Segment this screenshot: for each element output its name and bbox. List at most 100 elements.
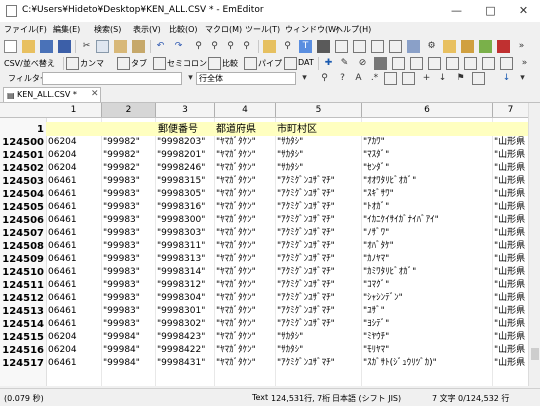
table-cell[interactable]: "9998300" xyxy=(157,214,205,227)
table-cell[interactable]: "99983" xyxy=(103,318,140,331)
table-cell[interactable]: "ｾﾝﾀﾞ" xyxy=(363,162,389,175)
status-encoding[interactable]: 日本語 (シフト JIS) xyxy=(332,393,401,404)
filter-scope-select[interactable]: 行全体 xyxy=(196,72,296,85)
table-cell[interactable]: "ｻｶﾀｼ" xyxy=(277,344,303,357)
highlight-icon[interactable] xyxy=(263,40,276,53)
editor-area[interactable]: 1 郵便番号 都道府県 市町村区 124500 06204 "99982" "9998… xyxy=(0,118,528,386)
cut-icon[interactable]: ✂ xyxy=(80,40,93,53)
heading-icon[interactable] xyxy=(482,57,495,70)
table-cell[interactable]: "99984" xyxy=(103,357,140,370)
table-cell[interactable]: 06204 xyxy=(48,136,77,149)
table-row[interactable]: 124513 06461 "99983" "9998301" "ﾔﾏｶﾞﾀｹﾝ" "ｱｸﾐ… xyxy=(0,305,528,318)
table-cell[interactable]: "ﾏｽﾀﾞ" xyxy=(363,149,389,162)
undo-icon[interactable]: ↶ xyxy=(154,40,167,53)
table-cell[interactable]: "9998314" xyxy=(157,266,205,279)
table-cell[interactable]: "99983" xyxy=(103,292,140,305)
table-cell[interactable]: "ｱｸﾐｸﾞﾝﾕｻﾞﾏﾁ" xyxy=(277,240,335,253)
table-cell[interactable]: "ｱｸﾐｸﾞﾝﾕｻﾞﾏﾁ" xyxy=(277,214,335,227)
table-cell[interactable]: "ﾔﾏｶﾞﾀｹﾝ" xyxy=(216,305,256,318)
csv-more-icon[interactable]: » xyxy=(518,57,531,70)
menu-view[interactable]: 表示(V) xyxy=(133,24,161,35)
wrap-page-icon[interactable] xyxy=(371,40,384,53)
ruler-col-6[interactable]: 6 xyxy=(362,103,492,117)
table-cell[interactable]: "9998315" xyxy=(157,175,205,188)
comma-button[interactable]: カンマ xyxy=(80,58,104,69)
table-row[interactable]: 124505 06461 "99983" "9998316" "ﾔﾏｶﾞﾀｹﾝ" "ｱｸﾐ… xyxy=(0,201,528,214)
table-cell[interactable]: "山形県 xyxy=(494,214,525,227)
stop-icon[interactable] xyxy=(497,40,510,53)
table-row[interactable]: 124508 06461 "99983" "9998311" "ﾔﾏｶﾞﾀｹﾝ" "ｱｸﾐ… xyxy=(0,240,528,253)
table-cell[interactable]: 06461 xyxy=(48,201,77,214)
table-cell[interactable]: "ｻｶﾀｼ" xyxy=(277,331,303,344)
table-cell[interactable]: "ｱｶﾜ" xyxy=(363,136,385,149)
table-cell[interactable]: "99983" xyxy=(103,175,140,188)
redo-icon[interactable]: ↷ xyxy=(172,40,185,53)
table-cell[interactable]: "山形県 xyxy=(494,344,525,357)
table-cell[interactable]: "ｱｸﾐｸﾞﾝﾕｻﾞﾏﾁ" xyxy=(277,188,335,201)
find-prev-icon[interactable]: ⚲ xyxy=(224,40,237,53)
paste-special-icon[interactable] xyxy=(132,40,145,53)
filter-apply-icon[interactable]: ⚲ xyxy=(318,72,331,85)
wrap-icon[interactable] xyxy=(335,40,348,53)
table-cell[interactable]: "99983" xyxy=(103,201,140,214)
table-cell[interactable]: "9998302" xyxy=(157,318,205,331)
tab-ken-all[interactable]: ▤ KEN_ALL.CSV * ✕ xyxy=(3,87,101,102)
table-cell[interactable]: "9998431" xyxy=(157,357,205,370)
menu-file[interactable]: ファイル(F) xyxy=(4,24,47,35)
hide-column-icon[interactable] xyxy=(428,57,441,70)
table-cell[interactable]: 06461 xyxy=(48,305,77,318)
table-row[interactable]: 124510 06461 "99983" "9998314" "ﾔﾏｶﾞﾀｹﾝ" "ｱｸﾐ… xyxy=(0,266,528,279)
table-cell[interactable]: 06461 xyxy=(48,266,77,279)
macro-icon[interactable] xyxy=(443,40,456,53)
filter-help-icon[interactable]: ? xyxy=(336,72,349,85)
table-cell[interactable]: "ｻｶﾀｼ" xyxy=(277,149,303,162)
table-cell[interactable]: "99983" xyxy=(103,240,140,253)
more-icon[interactable]: » xyxy=(515,40,528,53)
table-cell[interactable]: "9998313" xyxy=(157,253,205,266)
semicolon-button[interactable]: セミコロン xyxy=(167,58,207,69)
table-cell[interactable]: "99982" xyxy=(103,149,140,162)
table-cell[interactable]: 06461 xyxy=(48,214,77,227)
column-align-icon[interactable] xyxy=(392,57,405,70)
table-row[interactable]: 124504 06461 "99983" "9998305" "ﾔﾏｶﾞﾀｹﾝ" "ｱｸﾐ… xyxy=(0,188,528,201)
table-cell[interactable]: 06461 xyxy=(48,357,77,370)
table-cell[interactable]: "ﾔﾏｶﾞﾀｹﾝ" xyxy=(216,318,256,331)
table-cell[interactable]: 06461 xyxy=(48,279,77,292)
table-cell[interactable]: "ﾄｵｶﾞ" xyxy=(363,201,389,214)
select-column-icon[interactable] xyxy=(374,57,387,70)
open-folder-icon[interactable] xyxy=(22,40,35,53)
save-icon[interactable] xyxy=(40,40,53,53)
replace-icon[interactable]: ⚲ xyxy=(240,40,253,53)
table-row[interactable]: 124509 06461 "99983" "9998313" "ﾔﾏｶﾞﾀｹﾝ" "ｱｸﾐ… xyxy=(0,253,528,266)
scrollbar-thumb[interactable] xyxy=(531,348,539,360)
table-cell[interactable]: 06461 xyxy=(48,253,77,266)
menu-macro[interactable]: マクロ(M) xyxy=(205,24,242,35)
table-cell[interactable]: "99983" xyxy=(103,227,140,240)
compare-button[interactable]: 比較 xyxy=(222,58,238,69)
filter-word-icon[interactable] xyxy=(384,72,397,85)
filter-close-icon[interactable] xyxy=(472,72,485,85)
column-width-icon[interactable] xyxy=(410,57,423,70)
ruler-col-2[interactable]: 2 xyxy=(102,103,155,117)
table-cell[interactable]: "9998203" xyxy=(157,136,205,149)
table-cell[interactable]: "ｼｬｼﾝﾃﾞﾝ" xyxy=(363,292,403,305)
table-cell[interactable]: "ﾔﾏｶﾞﾀｹﾝ" xyxy=(216,253,256,266)
table-cell[interactable]: "99983" xyxy=(103,188,140,201)
table-cell[interactable]: "ﾕｻﾞ" xyxy=(363,305,385,318)
new-file-icon[interactable] xyxy=(4,40,17,53)
table-cell[interactable]: "山形県 xyxy=(494,188,525,201)
table-row[interactable]: 124514 06461 "99983" "9998302" "ﾔﾏｶﾞﾀｹﾝ" "ｱｸﾐ… xyxy=(0,318,528,331)
table-cell[interactable]: "ﾔﾏｶﾞﾀｹﾝ" xyxy=(216,136,256,149)
table-row[interactable]: 124506 06461 "99983" "9998300" "ﾔﾏｶﾞﾀｹﾝ" "ｱｸﾐ… xyxy=(0,214,528,227)
table-cell[interactable]: 06461 xyxy=(48,227,77,240)
column-view-icon[interactable] xyxy=(317,40,330,53)
table-cell[interactable]: "9998311" xyxy=(157,240,205,253)
table-cell[interactable]: "ｵﾊﾞﾀｹ" xyxy=(363,240,394,253)
table-cell[interactable]: "ｵｵﾜﾀﾘﾋﾞｵｶﾞ" xyxy=(363,175,416,188)
copy-icon[interactable] xyxy=(96,40,109,53)
table-row[interactable]: 124516 06204 "99984" "9998422" "ﾔﾏｶﾞﾀｹﾝ" "ｻｶﾀ… xyxy=(0,344,528,357)
properties-icon[interactable] xyxy=(407,40,420,53)
table-cell[interactable]: "山形県 xyxy=(494,162,525,175)
table-cell[interactable]: "ﾔﾏｶﾞﾀｹﾝ" xyxy=(216,266,256,279)
split-icon[interactable] xyxy=(389,40,402,53)
